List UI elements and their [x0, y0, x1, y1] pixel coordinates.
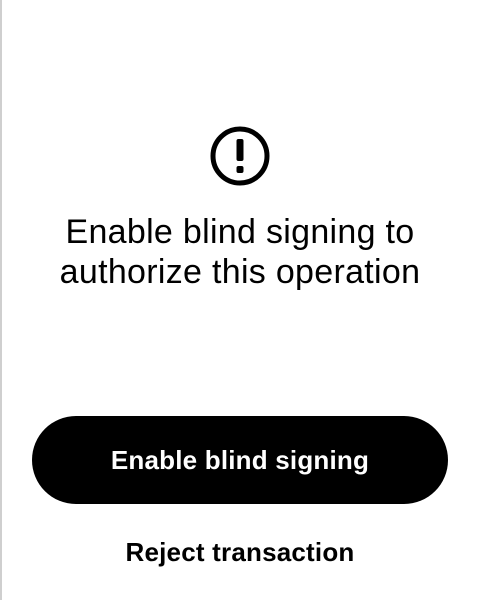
enable-blind-signing-button[interactable]: Enable blind signing — [32, 416, 448, 504]
reject-transaction-label: Reject transaction — [125, 536, 355, 567]
left-edge-divider — [0, 0, 2, 600]
blind-signing-message: Enable blind signing to authorize this o… — [59, 213, 421, 291]
enable-blind-signing-label: Enable blind signing — [110, 444, 370, 475]
reject-transaction-button[interactable]: Reject transaction — [40, 532, 440, 572]
exclamation-circle-icon — [210, 126, 270, 186]
